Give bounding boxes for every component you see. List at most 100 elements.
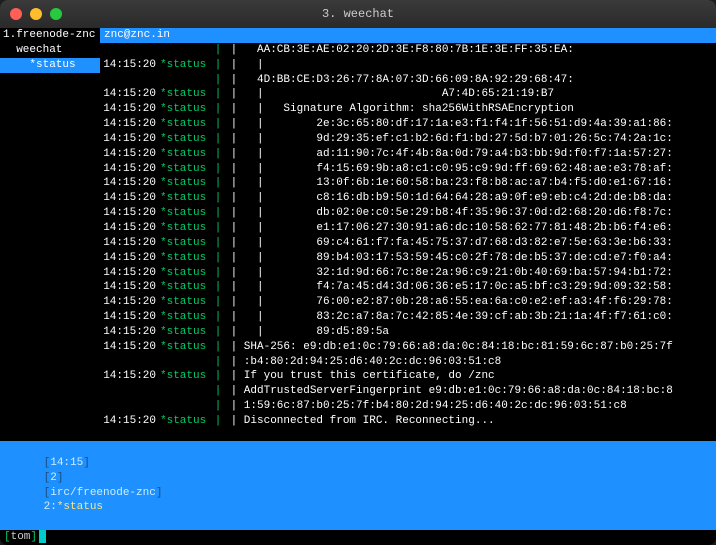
- zoom-icon[interactable]: [50, 8, 62, 20]
- message: | | 89:d5:89:5a: [224, 325, 716, 340]
- buffer-content: znc@znc.in | | AA:CB:3E:AE:02:20:2D:3E:F…: [100, 28, 716, 441]
- timestamp: 14:15:20: [100, 191, 160, 206]
- message: | | db:02:0e:c0:5e:29:b8:4f:35:96:37:0d:…: [224, 206, 716, 221]
- message: | | f4:15:69:9b:a8:c1:c0:95:c9:9d:ff:69:…: [224, 162, 716, 177]
- separator-icon: |: [212, 251, 224, 266]
- separator-icon: |: [212, 102, 224, 117]
- buffer-list[interactable]: 1.freenode-znc weechat *status: [0, 28, 100, 441]
- window-title: 3. weechat: [0, 7, 716, 21]
- message: | | 83:2c:a7:8a:7c:42:85:4e:39:cf:ab:3b:…: [224, 310, 716, 325]
- buffer-list-item[interactable]: weechat: [0, 43, 100, 58]
- message: | | 76:00:e2:87:0b:28:a6:55:ea:6a:c0:e2:…: [224, 295, 716, 310]
- separator-icon: |: [212, 221, 224, 236]
- buffer-list-item[interactable]: *status: [0, 58, 100, 73]
- nick: *status: [160, 414, 212, 429]
- close-icon[interactable]: [10, 8, 22, 20]
- separator-icon: |: [212, 399, 224, 414]
- chat-log[interactable]: | | AA:CB:3E:AE:02:20:2D:3E:F8:80:7B:1E:…: [100, 43, 716, 441]
- separator-icon: |: [212, 176, 224, 191]
- separator-icon: |: [212, 266, 224, 281]
- timestamp: 14:15:20: [100, 325, 160, 340]
- log-line: 14:15:20*status| | | f4:7a:45:d4:3d:06:3…: [100, 280, 716, 295]
- log-line: 14:15:20*status| | | 32:1d:9d:66:7c:8e:2…: [100, 266, 716, 281]
- separator-icon: |: [212, 147, 224, 162]
- message: | AddTrustedServerFingerprint e9:db:e1:0…: [224, 384, 716, 399]
- nick: *status: [160, 310, 212, 325]
- log-line: 14:15:20*status| | | 69:c4:61:f7:fa:45:7…: [100, 236, 716, 251]
- log-line: 14:15:20*status| | | A7:4D:65:21:19:B7: [100, 87, 716, 102]
- log-line: 14:15:20*status| | | 89:d5:89:5a: [100, 325, 716, 340]
- minimize-icon[interactable]: [30, 8, 42, 20]
- input-bar[interactable]: [tom]: [0, 530, 716, 545]
- nick: *status: [160, 266, 212, 281]
- separator-icon: |: [212, 206, 224, 221]
- nick: *status: [160, 206, 212, 221]
- input-nick: tom: [11, 530, 31, 545]
- status-time: 14:15: [50, 457, 83, 469]
- separator-icon: |: [212, 162, 224, 177]
- status-bar: [14:15] [2] [irc/freenode-znc] 2:*status: [0, 441, 716, 530]
- nick: *status: [160, 325, 212, 340]
- nick: *status: [160, 251, 212, 266]
- log-line: 14:15:20*status| | | f4:15:69:9b:a8:c1:c…: [100, 162, 716, 177]
- separator-icon: |: [212, 73, 224, 88]
- titlebar[interactable]: 3. weechat: [0, 0, 716, 28]
- log-line: | | AddTrustedServerFingerprint e9:db:e1…: [100, 384, 716, 399]
- timestamp: 14:15:20: [100, 280, 160, 295]
- nick: *status: [160, 280, 212, 295]
- nick: *status: [160, 117, 212, 132]
- message: | If you trust this certificate, do /znc: [224, 369, 716, 384]
- timestamp: 14:15:20: [100, 251, 160, 266]
- timestamp: 14:15:20: [100, 236, 160, 251]
- log-line: 14:15:20*status| | | ad:11:90:7c:4f:4b:8…: [100, 147, 716, 162]
- timestamp: [100, 384, 160, 399]
- nick: [160, 399, 212, 414]
- status-seg-a: 2: [50, 472, 57, 484]
- nick: [160, 384, 212, 399]
- message: | | 2e:3c:65:80:df:17:1a:e3:f1:f4:1f:56:…: [224, 117, 716, 132]
- message: | | e1:17:06:27:30:91:a6:dc:10:58:62:77:…: [224, 221, 716, 236]
- log-line: 14:15:20*status| | Disconnected from IRC…: [100, 414, 716, 429]
- nick: *status: [160, 295, 212, 310]
- message: | | 69:c4:61:f7:fa:45:75:37:d7:68:d3:82:…: [224, 236, 716, 251]
- nick: *status: [160, 236, 212, 251]
- message: | SHA-256: e9:db:e1:0c:79:66:a8:da:0c:84…: [224, 340, 716, 355]
- nick: *status: [160, 369, 212, 384]
- message: | :b4:80:2d:94:25:d6:40:2c:dc:96:03:51:c…: [224, 355, 716, 370]
- log-line: | | AA:CB:3E:AE:02:20:2D:3E:F8:80:7B:1E:…: [100, 43, 716, 58]
- message: | Disconnected from IRC. Reconnecting...: [224, 414, 716, 429]
- log-line: 14:15:20*status| | | db:02:0e:c0:5e:29:b…: [100, 206, 716, 221]
- timestamp: 14:15:20: [100, 414, 160, 429]
- message: | 1:59:6c:87:b0:25:7f:b4:80:2d:94:25:d6:…: [224, 399, 716, 414]
- timestamp: 14:15:20: [100, 221, 160, 236]
- timestamp: [100, 73, 160, 88]
- terminal-window: 3. weechat 1.freenode-znc weechat *statu…: [0, 0, 716, 545]
- nick: [160, 73, 212, 88]
- buffer-name: weechat: [16, 44, 62, 56]
- log-line: | | 1:59:6c:87:b0:25:7f:b4:80:2d:94:25:d…: [100, 399, 716, 414]
- separator-icon: |: [212, 325, 224, 340]
- separator-icon: |: [212, 369, 224, 384]
- log-line: 14:15:20*status| | | e1:17:06:27:30:91:a…: [100, 221, 716, 236]
- log-line: | | :b4:80:2d:94:25:d6:40:2c:dc:96:03:51…: [100, 355, 716, 370]
- log-line: | | 4D:BB:CE:D3:26:77:8A:07:3D:66:09:8A:…: [100, 73, 716, 88]
- nick: [160, 43, 212, 58]
- separator-icon: |: [212, 87, 224, 102]
- log-line: 14:15:20*status| | SHA-256: e9:db:e1:0c:…: [100, 340, 716, 355]
- nick: *status: [160, 58, 212, 73]
- timestamp: 14:15:20: [100, 162, 160, 177]
- cursor-icon: [39, 530, 46, 543]
- nick: *status: [160, 147, 212, 162]
- main-area: 1.freenode-znc weechat *status znc@znc.i…: [0, 28, 716, 441]
- timestamp: 14:15:20: [100, 102, 160, 117]
- separator-icon: |: [212, 236, 224, 251]
- log-line: 14:15:20*status| | |: [100, 58, 716, 73]
- status-network: irc/freenode-znc: [50, 487, 156, 499]
- timestamp: 14:15:20: [100, 206, 160, 221]
- timestamp: 14:15:20: [100, 117, 160, 132]
- buffer-list-item[interactable]: 1.freenode-znc: [0, 28, 100, 43]
- separator-icon: |: [212, 295, 224, 310]
- separator-icon: |: [212, 132, 224, 147]
- log-line: 14:15:20*status| | | Signature Algorithm…: [100, 102, 716, 117]
- timestamp: 14:15:20: [100, 369, 160, 384]
